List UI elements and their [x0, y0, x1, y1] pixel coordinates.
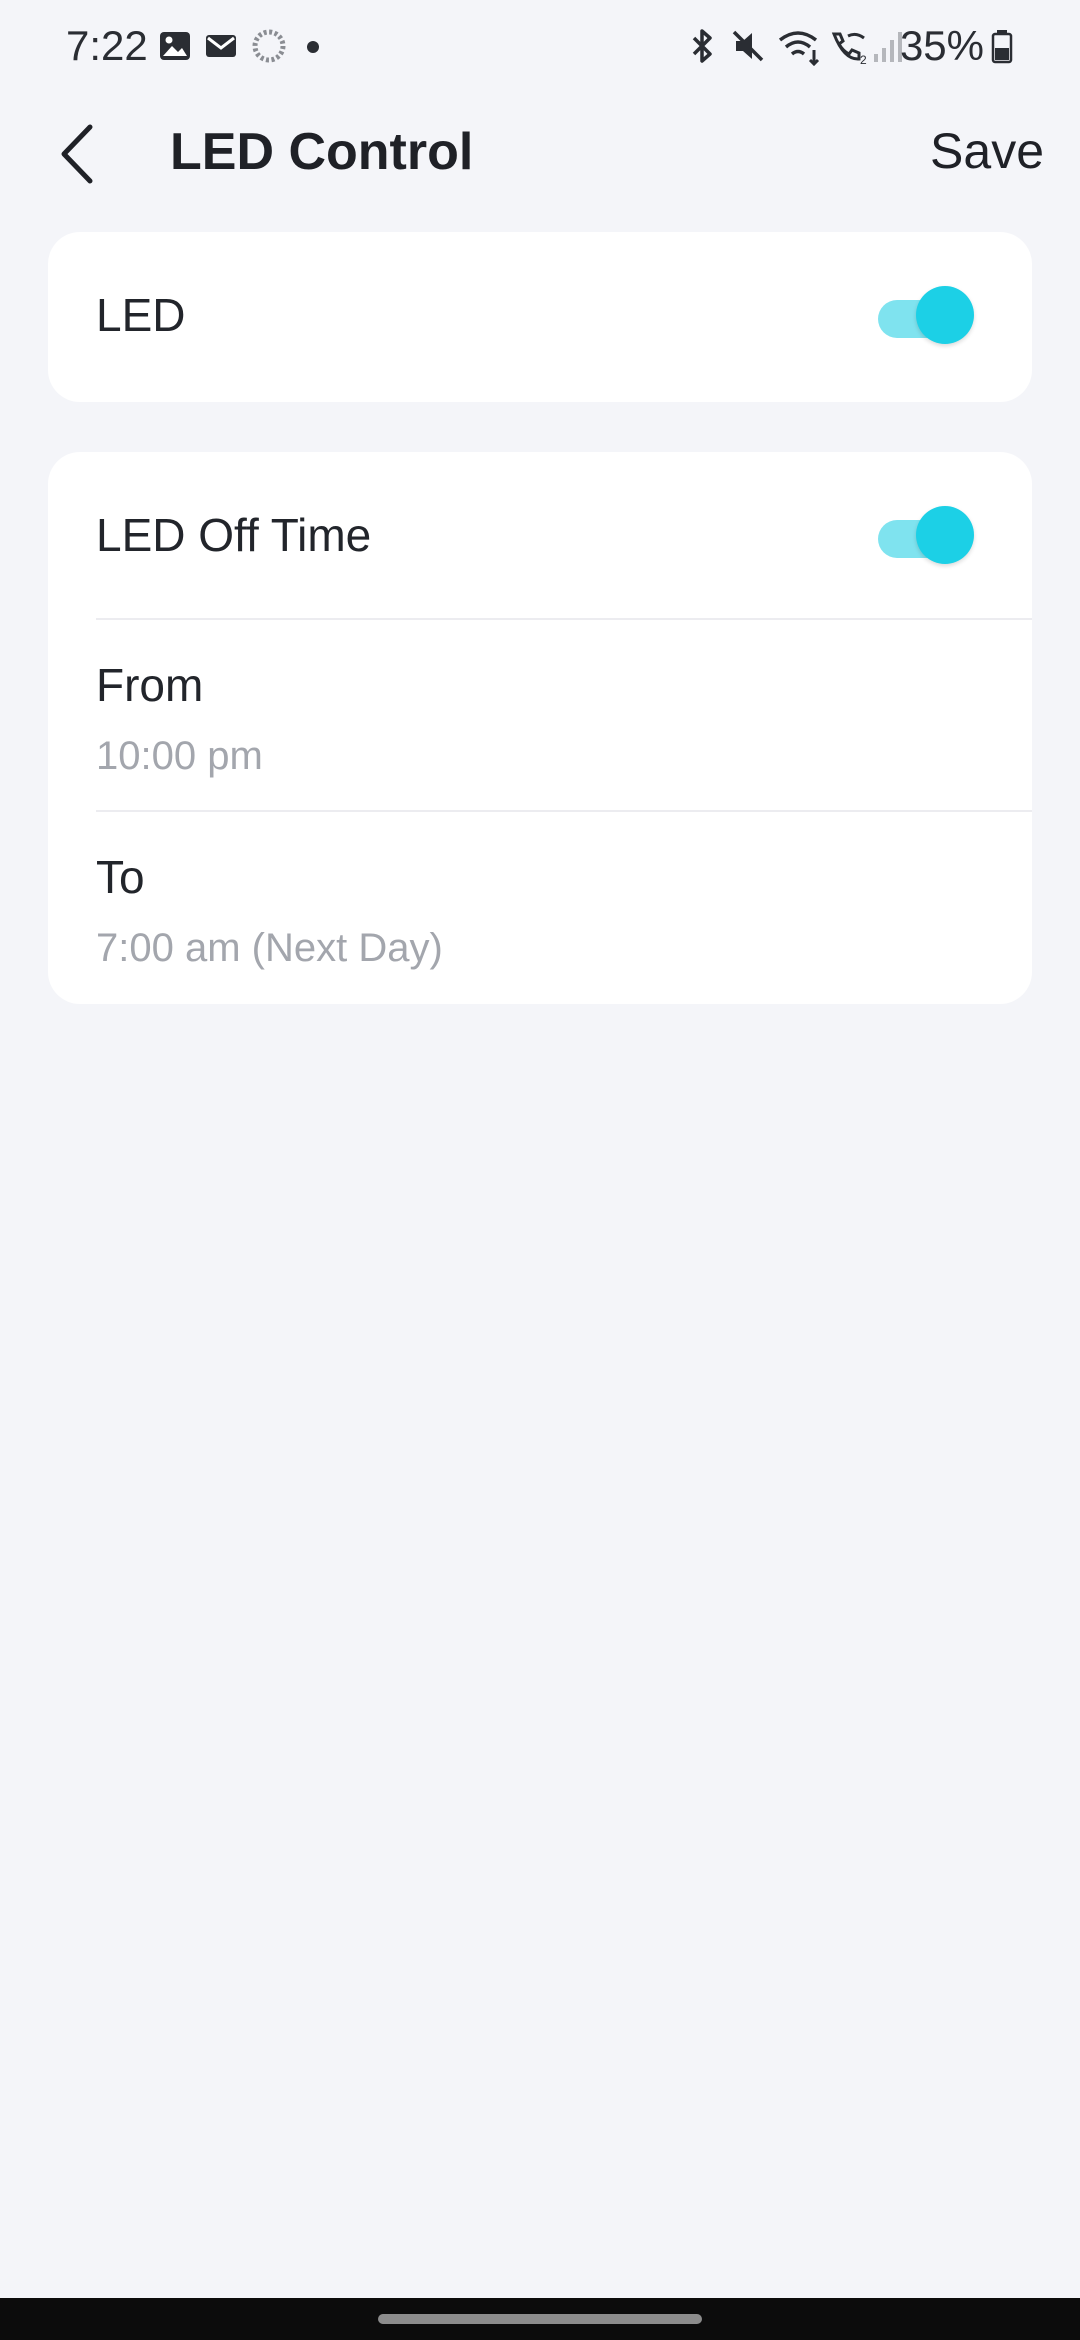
sync-icon — [252, 29, 286, 63]
page-title: LED Control — [170, 123, 474, 181]
status-time: 7:22 — [66, 22, 148, 69]
led-toggle[interactable] — [878, 286, 974, 346]
led-off-time-label: LED Off Time — [96, 509, 372, 561]
led-off-time-card: LED Off Time From 10:00 pm To 7:00 am (N… — [48, 452, 1032, 1004]
chevron-left-icon — [61, 124, 93, 184]
back-button[interactable] — [48, 118, 104, 190]
bluetooth-icon — [692, 29, 712, 63]
led-label: LED — [96, 289, 186, 341]
led-card: LED — [48, 232, 1032, 402]
wifi-call-icon: 2 — [831, 32, 867, 66]
status-bar: 7:22 2 35% — [0, 0, 1080, 96]
mute-icon — [732, 30, 764, 62]
save-button[interactable]: Save — [930, 122, 1044, 180]
to-label: To — [96, 851, 145, 903]
gallery-icon — [160, 32, 190, 60]
from-time-row[interactable]: From 10:00 pm — [96, 620, 1032, 810]
home-gesture-handle[interactable] — [378, 2314, 702, 2324]
led-off-time-toggle-knob — [916, 506, 974, 564]
svg-text:2: 2 — [860, 53, 867, 66]
mail-icon — [206, 35, 236, 57]
to-time-row[interactable]: To 7:00 am (Next Day) — [96, 812, 1032, 1002]
to-value: 7:00 am (Next Day) — [96, 926, 443, 970]
led-toggle-knob — [916, 286, 974, 344]
navigation-bar — [0, 2298, 1080, 2340]
dot-icon — [307, 41, 319, 53]
from-value: 10:00 pm — [96, 734, 263, 778]
wifi-icon — [778, 31, 820, 66]
led-off-time-toggle[interactable] — [878, 506, 974, 566]
battery-percent: 35% — [899, 22, 984, 69]
signal-icon — [874, 32, 902, 62]
battery-icon — [991, 30, 1013, 64]
from-label: From — [96, 659, 204, 711]
